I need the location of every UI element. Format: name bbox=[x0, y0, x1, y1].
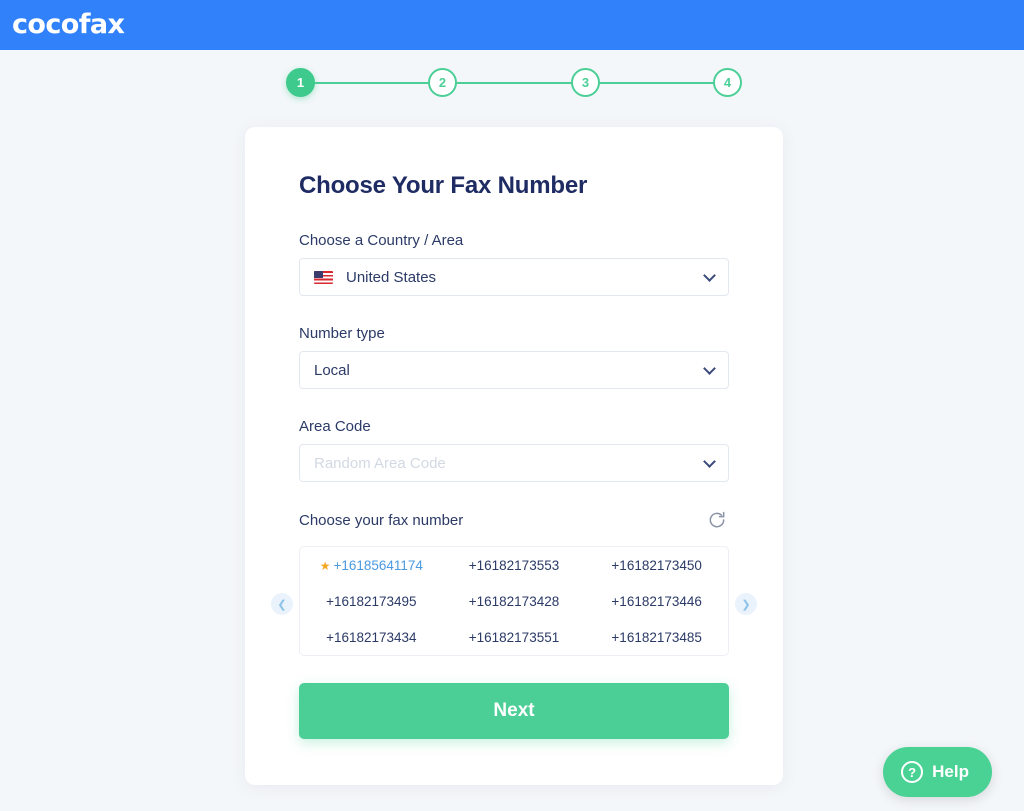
fax-number-option[interactable]: +16182173551 bbox=[443, 630, 586, 645]
stepper-connector-line bbox=[297, 82, 730, 84]
fax-number-value: +16182173495 bbox=[326, 593, 417, 609]
fax-number-option[interactable]: +16182173553 bbox=[443, 558, 586, 573]
help-button[interactable]: ? Help bbox=[883, 747, 992, 797]
number-type-select[interactable]: Local bbox=[299, 351, 729, 389]
fax-number-value: +16182173434 bbox=[326, 629, 417, 645]
fax-chooser-header: Choose your fax number bbox=[299, 510, 729, 534]
area-code-select-value: Random Area Code bbox=[314, 454, 446, 472]
chevron-left-icon[interactable]: ❮ bbox=[271, 593, 293, 615]
chevron-down-icon bbox=[703, 269, 716, 282]
stepper-step-2[interactable]: 2 bbox=[428, 68, 457, 97]
fax-number-value: +16182173450 bbox=[611, 557, 702, 573]
star-icon: ★ bbox=[319, 558, 331, 573]
refresh-icon[interactable] bbox=[707, 510, 729, 532]
stepper-step-1[interactable]: 1 bbox=[286, 68, 315, 97]
fax-number-value: +16182173428 bbox=[468, 593, 560, 609]
page-title: Choose Your Fax Number bbox=[299, 172, 588, 199]
next-button[interactable]: Next bbox=[299, 683, 729, 739]
fax-chooser-label: Choose your fax number bbox=[299, 512, 464, 529]
fax-number-option[interactable]: +16182173485 bbox=[585, 630, 728, 645]
number-type-field-group: Number type Local bbox=[299, 325, 729, 389]
country-select-value: United States bbox=[346, 268, 437, 286]
fax-number-card: Choose Your Fax Number Choose a Country … bbox=[245, 127, 783, 785]
help-label: Help bbox=[932, 762, 969, 781]
area-code-label: Area Code bbox=[299, 418, 371, 435]
fax-number-value: +16185641174 bbox=[333, 557, 423, 573]
top-header-bar: cocofax bbox=[0, 0, 1024, 50]
stepper-step-4[interactable]: 4 bbox=[713, 68, 742, 97]
fax-number-grid: ★ +16185641174 +16182173553 +16182173450 … bbox=[299, 546, 729, 656]
progress-stepper: 1 2 3 4 bbox=[286, 68, 742, 98]
chevron-down-icon bbox=[703, 455, 716, 468]
country-label: Choose a Country / Area bbox=[299, 232, 464, 249]
fax-number-value: +16182173485 bbox=[611, 629, 702, 645]
area-code-field-group: Area Code Random Area Code bbox=[299, 418, 729, 482]
chevron-right-icon[interactable]: ❯ bbox=[735, 593, 757, 615]
country-select[interactable]: United States bbox=[299, 258, 729, 296]
fax-number-option[interactable]: +16182173450 bbox=[585, 558, 728, 573]
stepper-step-3[interactable]: 3 bbox=[571, 68, 600, 97]
number-type-select-value: Local bbox=[314, 361, 350, 379]
question-mark-icon: ? bbox=[901, 761, 924, 783]
fax-number-value: +16182173446 bbox=[611, 593, 702, 609]
cocofax-logo[interactable]: cocofax bbox=[12, 9, 125, 40]
fax-number-value: +16182173553 bbox=[468, 557, 560, 573]
fax-number-option[interactable]: ★ +16185641174 bbox=[300, 558, 443, 573]
fax-number-option[interactable]: +16182173428 bbox=[443, 594, 586, 609]
fax-number-option[interactable]: +16182173434 bbox=[300, 630, 443, 645]
area-code-select[interactable]: Random Area Code bbox=[299, 444, 729, 482]
fax-number-option[interactable]: +16182173495 bbox=[300, 594, 443, 609]
us-flag-icon bbox=[314, 270, 333, 284]
country-field-group: Choose a Country / Area United States bbox=[299, 232, 729, 296]
fax-number-option[interactable]: +16182173446 bbox=[585, 594, 728, 609]
chevron-down-icon bbox=[703, 362, 716, 375]
number-type-label: Number type bbox=[299, 325, 385, 342]
fax-number-value: +16182173551 bbox=[468, 629, 560, 645]
